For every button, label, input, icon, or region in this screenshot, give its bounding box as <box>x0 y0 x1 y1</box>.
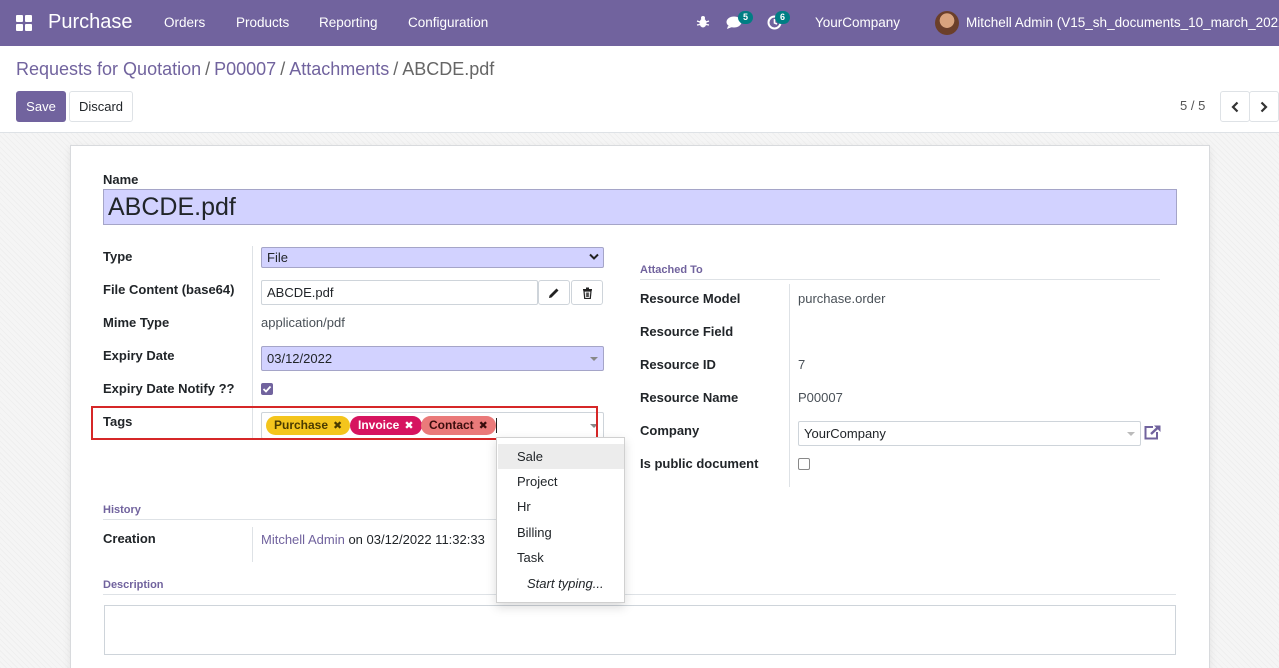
external-link-icon[interactable] <box>1143 424 1162 441</box>
breadcrumb-current: ABCDE.pdf <box>402 59 495 79</box>
breadcrumb-separator: / <box>205 59 211 79</box>
tags-autocomplete-dropdown: Sale Project Hr Billing Task Start typin… <box>496 437 625 603</box>
expiry-date-label: Expiry Date <box>103 348 175 363</box>
menu-products[interactable]: Products <box>236 15 289 30</box>
clear-file-button[interactable] <box>571 280 603 305</box>
dropdown-option-task[interactable]: Task <box>498 545 624 570</box>
expiry-date-input[interactable]: 03/12/2022 <box>261 346 604 371</box>
menu-orders[interactable]: Orders <box>164 15 205 30</box>
chevron-left-icon <box>1231 101 1239 112</box>
file-content-label: File Content (base64) <box>103 282 235 297</box>
resource-model-value: purchase.order <box>798 291 886 306</box>
history-group-divider <box>252 527 253 562</box>
company-label: Company <box>640 423 700 438</box>
resource-model-label: Resource Model <box>640 291 741 306</box>
breadcrumb-separator: / <box>393 59 399 79</box>
resource-name-value: P00007 <box>798 390 843 405</box>
expiry-date-value: 03/12/2022 <box>267 351 333 366</box>
discard-button[interactable]: Discard <box>69 91 133 122</box>
expiry-notify-checkbox[interactable] <box>261 383 273 395</box>
creation-info: Mitchell Admin on 03/12/2022 11:32:33 <box>261 532 485 547</box>
history-title: History <box>103 504 141 516</box>
save-button[interactable]: Save <box>16 91 66 122</box>
right-group-divider <box>789 284 790 487</box>
pager-next-button[interactable] <box>1249 91 1279 122</box>
pager-previous-button[interactable] <box>1220 91 1250 122</box>
check-icon <box>262 385 272 393</box>
user-menu[interactable]: Mitchell Admin (V15_sh_documents_10_marc… <box>966 15 1279 30</box>
expiry-notify-label: Expiry Date Notify ?? <box>103 381 235 396</box>
description-input[interactable] <box>104 605 1176 655</box>
breadcrumb-separator: / <box>280 59 286 79</box>
debug-bug-icon[interactable] <box>696 15 710 29</box>
type-label: Type <box>103 249 133 264</box>
resource-id-label: Resource ID <box>640 357 716 372</box>
creation-user-link[interactable]: Mitchell Admin <box>261 532 345 547</box>
description-divider <box>103 594 1176 595</box>
public-document-checkbox[interactable] <box>798 458 810 470</box>
dropdown-option-billing[interactable]: Billing <box>498 520 624 545</box>
mime-type-label: Mime Type <box>103 315 170 330</box>
type-select-value: File <box>267 250 288 265</box>
chevron-down-icon <box>589 253 599 260</box>
company-value: YourCompany <box>804 426 886 441</box>
dropdown-start-typing-hint: Start typing... <box>527 576 604 591</box>
tags-highlight-box <box>91 406 598 440</box>
resource-field-label: Resource Field <box>640 324 734 339</box>
name-label: Name <box>103 172 139 187</box>
public-document-label: Is public document <box>640 456 759 471</box>
resource-id-value: 7 <box>798 357 806 372</box>
breadcrumb: Requests for Quotation / P00007/Attachment… <box>16 59 494 80</box>
breadcrumb-p00007[interactable]: P00007 <box>214 59 276 79</box>
file-content-field[interactable]: ABCDE.pdf <box>261 280 538 305</box>
name-input[interactable]: ABCDE.pdf <box>103 189 1177 225</box>
dropdown-option-hr[interactable]: Hr <box>498 494 624 519</box>
company-input[interactable]: YourCompany <box>798 421 1141 446</box>
messages-count-badge: 5 <box>738 11 753 24</box>
breadcrumb-rfq[interactable]: Requests for Quotation <box>16 59 201 79</box>
menu-reporting[interactable]: Reporting <box>319 15 378 30</box>
edit-file-button[interactable] <box>538 280 570 305</box>
creation-label: Creation <box>103 531 156 546</box>
pencil-icon <box>549 288 559 298</box>
activities-count-badge: 6 <box>775 11 790 24</box>
mime-type-value: application/pdf <box>261 315 345 330</box>
breadcrumb-attachments[interactable]: Attachments <box>289 59 389 79</box>
top-navbar: Purchase Orders Products Reporting Confi… <box>0 0 1279 46</box>
creation-date: on 03/12/2022 11:32:33 <box>348 532 485 547</box>
app-name[interactable]: Purchase <box>48 11 133 34</box>
apps-menu-icon[interactable] <box>16 15 32 31</box>
menu-configuration[interactable]: Configuration <box>408 15 488 30</box>
company-switcher[interactable]: YourCompany <box>815 15 900 30</box>
dropdown-option-project[interactable]: Project <box>498 469 624 494</box>
trash-icon <box>582 287 592 299</box>
user-avatar[interactable] <box>935 11 959 35</box>
resource-name-label: Resource Name <box>640 390 739 405</box>
caret-down-icon <box>1127 432 1135 436</box>
description-title: Description <box>103 579 164 591</box>
chevron-right-icon <box>1260 101 1268 112</box>
caret-down-icon <box>590 357 598 361</box>
type-select[interactable]: File <box>261 247 604 268</box>
dropdown-option-sale[interactable]: Sale <box>498 444 624 469</box>
attached-to-divider <box>640 279 1160 280</box>
attached-to-title: Attached To <box>640 264 703 276</box>
pager-value[interactable]: 5 / 5 <box>1180 98 1205 113</box>
